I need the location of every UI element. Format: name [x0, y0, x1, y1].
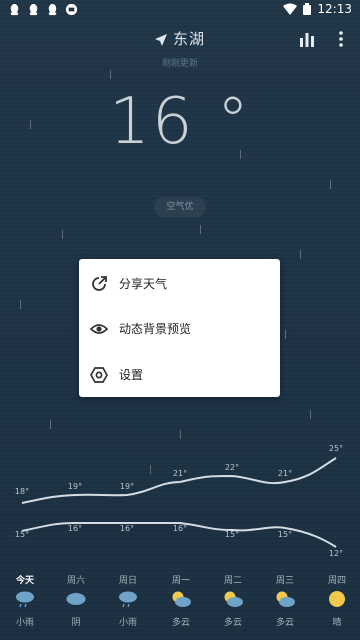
trend-chart-icon[interactable]: [298, 30, 316, 48]
sunny-icon: [329, 591, 345, 607]
eye-icon: [90, 324, 108, 334]
high-temp-label: 19°: [67, 482, 83, 491]
partly-cloudy-icon: [172, 591, 191, 607]
share-icon: [92, 276, 107, 291]
low-temp-label: 12°: [328, 549, 344, 558]
low-temp-label: 16°: [172, 524, 188, 533]
high-temp-label: 21°: [277, 469, 293, 478]
status-bar: 12:13: [0, 0, 360, 20]
high-temp-label: 22°: [224, 463, 240, 472]
forecast-condition: 小雨: [15, 618, 34, 628]
overcast-icon: [66, 593, 86, 605]
wifi-icon: [283, 3, 298, 15]
menu-item-dynamic-background[interactable]: 动态背景预览: [79, 306, 280, 352]
forecast-condition: 阴: [71, 618, 81, 628]
forecast-day[interactable]: 周日: [113, 573, 143, 586]
menu-label: 动态背景预览: [119, 322, 192, 336]
forecast-condition: 晴: [332, 618, 342, 628]
menu-label: 设置: [119, 368, 144, 382]
high-temp-label: 25°: [328, 444, 344, 453]
light-rain-icon: [119, 591, 137, 608]
qq-icon: [10, 3, 19, 16]
forecast-condition: 多云: [275, 618, 294, 628]
header: 东湖: [0, 28, 360, 50]
low-temp-label: 16°: [67, 524, 83, 533]
raindrop: [20, 300, 21, 309]
location-arrow-icon: [154, 33, 167, 46]
partly-cloudy-icon: [224, 591, 243, 607]
low-temp-label: 15°: [224, 530, 240, 539]
air-quality-badge[interactable]: 空气优: [154, 197, 206, 217]
battery-icon: [303, 3, 312, 15]
partly-cloudy-icon: [276, 591, 295, 607]
raindrop: [310, 410, 311, 419]
more-options-icon[interactable]: [336, 29, 346, 49]
high-temp-label: 19°: [119, 482, 135, 491]
menu-item-share[interactable]: 分享天气: [79, 261, 280, 307]
menu-item-settings[interactable]: 设置: [79, 352, 280, 398]
forecast-condition: 小雨: [118, 618, 137, 628]
menu-label: 分享天气: [119, 277, 168, 291]
forecast-day[interactable]: 周二: [218, 573, 248, 586]
high-temp-label: 18°: [14, 487, 30, 496]
message-icon: [65, 3, 78, 16]
update-status: 刚刚更新: [161, 59, 198, 69]
forecast-condition: 多云: [223, 618, 242, 628]
raindrop: [110, 70, 111, 79]
forecast-day[interactable]: 周六: [61, 573, 91, 586]
qq-icon: [48, 3, 57, 16]
notification-icons: [8, 3, 78, 16]
forecast-condition: 多云: [171, 618, 190, 628]
forecast-day[interactable]: 周三: [270, 573, 300, 586]
forecast-day-today[interactable]: 今天: [10, 573, 40, 586]
raindrop: [62, 230, 63, 239]
raindrop: [50, 420, 51, 429]
low-temp-label: 15°: [277, 530, 293, 539]
temperature-trend-chart: [21, 457, 337, 548]
clock: 12:13: [317, 2, 352, 16]
raindrop: [180, 430, 181, 439]
current-temperature: 16 °: [109, 85, 251, 159]
light-rain-icon: [16, 591, 34, 608]
settings-icon: [90, 367, 108, 383]
raindrop: [300, 250, 301, 259]
high-temperature-curve: [21, 457, 337, 504]
qq-icon: [29, 3, 38, 16]
high-temp-label: 21°: [172, 469, 188, 478]
raindrop: [330, 180, 331, 189]
raindrop: [200, 225, 201, 234]
raindrop: [285, 330, 286, 339]
low-temp-label: 16°: [119, 524, 135, 533]
forecast-day[interactable]: 周一: [166, 573, 196, 586]
options-menu: 分享天气 动态背景预览 设置: [79, 259, 280, 397]
forecast-day[interactable]: 周四: [322, 573, 352, 586]
low-temp-label: 15°: [14, 530, 30, 539]
location-name: 东湖: [172, 30, 205, 48]
